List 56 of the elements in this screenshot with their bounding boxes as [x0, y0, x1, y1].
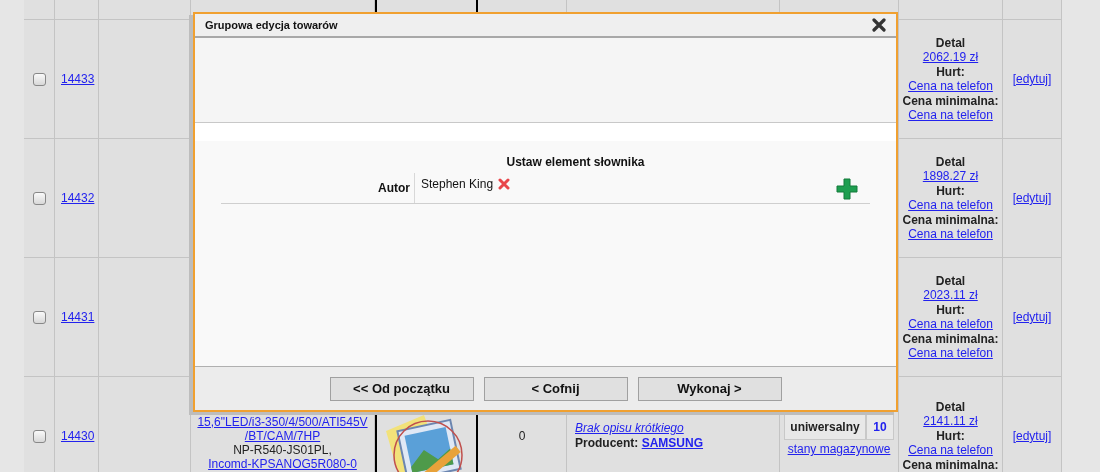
producer-link[interactable]: SAMSUNG — [641, 436, 704, 450]
add-icon[interactable] — [836, 178, 858, 200]
price-label: Detal — [935, 35, 966, 50]
dialog-button[interactable]: Wykonaj > — [637, 376, 782, 401]
description-link[interactable]: Brak opisu krótkiego — [575, 421, 684, 436]
price-label: Detal — [935, 154, 966, 169]
price-label: Cena minimalna: — [902, 212, 999, 227]
product-id-link[interactable]: 14432 — [61, 189, 95, 207]
price-label: Cena minimalna: — [902, 331, 999, 346]
field-value: Stephen King — [421, 176, 494, 193]
price-link[interactable]: Cena na telefon — [908, 346, 993, 361]
price-link[interactable]: Cena na telefon — [908, 108, 993, 123]
row-checkbox[interactable] — [32, 72, 46, 86]
quantity: 0 — [518, 428, 526, 445]
price-link[interactable]: 2141.11 zł — [923, 414, 978, 429]
dialog-button[interactable]: < Cofnij — [483, 376, 628, 401]
product-name-link[interactable]: /BT/CAM/7HP — [244, 429, 321, 443]
price-link[interactable]: Cena na telefon — [908, 443, 993, 458]
price-label: Cena minimalna: — [902, 457, 999, 472]
stock-count: 10 — [866, 414, 894, 440]
close-icon[interactable] — [872, 18, 886, 32]
product-code: NP-R540-JS01PL, — [233, 443, 332, 457]
price-label: Detal — [935, 399, 966, 415]
edit-link[interactable]: [edytuj] — [1012, 427, 1052, 445]
price-label: Hurt: — [936, 428, 965, 444]
edit-link[interactable]: [edytuj] — [1012, 189, 1052, 207]
product-id-link[interactable]: 14433 — [61, 70, 95, 88]
price-link[interactable]: 1898.27 zł — [922, 169, 979, 184]
producer-label: Producent: — [575, 436, 639, 450]
price-label: Cena minimalna: — [902, 93, 999, 108]
section-title: Ustaw element słownika — [506, 154, 645, 171]
dialog-title: Grupowa edycja towarów — [205, 17, 338, 33]
row-checkbox[interactable] — [32, 191, 46, 205]
price-link[interactable]: 2062.19 zł — [922, 50, 979, 65]
row-checkbox[interactable] — [32, 310, 46, 324]
stock-link[interactable]: stany magazynowe — [787, 440, 891, 458]
price-link[interactable]: 2023.11 zł — [923, 288, 978, 303]
price-label: Hurt: — [936, 64, 965, 79]
price-link[interactable]: Cena na telefon — [908, 227, 993, 242]
stock-name: uniwersalny — [784, 414, 866, 440]
price-label: Detal — [935, 273, 966, 288]
product-id-link[interactable]: 14431 — [61, 308, 95, 326]
row-checkbox[interactable] — [32, 429, 46, 443]
product-name-link[interactable]: Incomd-KPSANOG5R080-0 — [208, 457, 357, 471]
dialog-button[interactable]: << Od początku — [329, 376, 474, 401]
product-id-link[interactable]: 14430 — [61, 427, 95, 445]
price-label: Hurt: — [936, 302, 965, 317]
product-name-link[interactable]: 15,6"LED/i3-350/4/500/ATI545V — [197, 415, 368, 429]
price-link[interactable]: Cena na telefon — [908, 198, 993, 213]
field-label: Autor — [221, 173, 415, 203]
price-label: Hurt: — [936, 183, 965, 198]
edit-link[interactable]: [edytuj] — [1012, 308, 1052, 326]
price-link[interactable]: Cena na telefon — [908, 317, 993, 332]
edit-link[interactable]: [edytuj] — [1012, 70, 1052, 88]
price-link[interactable]: Cena na telefon — [908, 79, 993, 94]
remove-icon[interactable] — [497, 177, 512, 191]
